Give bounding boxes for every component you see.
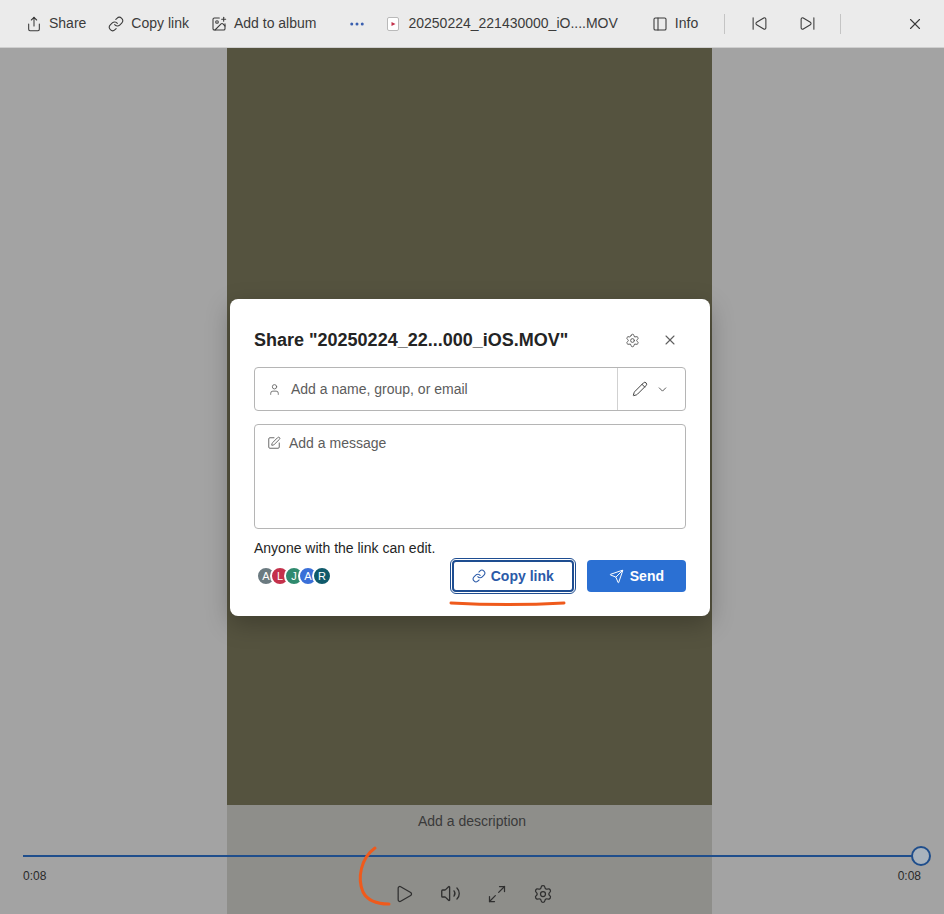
dialog-close-button[interactable] (662, 332, 678, 348)
play-button[interactable] (394, 884, 414, 904)
seek-thumb[interactable] (911, 846, 931, 866)
copy-link-button[interactable]: Copy link (452, 560, 574, 592)
share-dialog: Share "20250224_22...000_iOS.MOV" Add a n… (230, 299, 710, 616)
pencil-icon (632, 381, 648, 397)
send-icon (609, 569, 624, 584)
more-icon (348, 15, 366, 33)
toolbar-button[interactable]: Copy link (100, 8, 197, 40)
info-button[interactable]: Info (652, 13, 698, 34)
info-panel-icon (652, 16, 668, 32)
close-button[interactable] (906, 15, 924, 33)
person-icon (268, 383, 281, 396)
recipient-placeholder: Add a name, group, or email (291, 379, 617, 400)
settings-icon (533, 884, 553, 904)
link-icon (108, 16, 124, 32)
close-icon (906, 15, 924, 33)
recipient-field[interactable]: Add a name, group, or email (254, 367, 686, 411)
album-icon (211, 16, 227, 32)
volume-button[interactable] (440, 883, 461, 904)
next-button[interactable] (799, 15, 816, 32)
dialog-title: Share "20250224_22...000_iOS.MOV" (254, 327, 613, 354)
expand-icon (487, 884, 507, 904)
message-placeholder: Add a message (289, 435, 386, 452)
annotation-arc (355, 844, 395, 908)
duration: 0:08 (898, 867, 921, 885)
description-field[interactable]: Add a description (418, 813, 526, 829)
settings-button[interactable] (533, 884, 553, 904)
previous-icon (751, 15, 768, 32)
shared-with-avatars[interactable]: ALJAR (254, 566, 452, 586)
seek-bar[interactable] (23, 855, 921, 857)
send-button[interactable]: Send (587, 560, 686, 592)
toolbar-button[interactable]: Add to album (203, 8, 325, 40)
volume-icon (440, 883, 461, 904)
message-field[interactable]: Add a message (254, 424, 686, 529)
video-file-icon (386, 17, 400, 31)
share-icon (26, 16, 42, 32)
next-icon (799, 15, 816, 32)
elapsed-time: 0:08 (23, 867, 46, 885)
chevron-down-icon (656, 383, 669, 396)
note-edit-icon (267, 436, 281, 450)
seek-fill (23, 855, 921, 857)
permission-text: Anyone with the link can edit. (254, 539, 686, 557)
link-icon (472, 569, 486, 583)
link-settings-button[interactable] (625, 333, 640, 348)
avatar: R (312, 566, 332, 586)
toolbar-button[interactable]: Share (18, 8, 94, 40)
separator (724, 14, 725, 34)
fullscreen-button[interactable] (487, 884, 507, 904)
close-icon (662, 332, 678, 348)
play-icon (394, 884, 414, 904)
annotation-underline (448, 600, 568, 608)
permission-picker[interactable] (617, 368, 685, 410)
file-name: 20250224_221430000_iO....MOV (386, 13, 617, 34)
photo-viewer: ShareCopy linkAdd to album20250224_22143… (0, 0, 944, 914)
player-controls: Add a description 0:08 0:08 (0, 805, 944, 914)
toolbar: ShareCopy linkAdd to album 20250224_22143… (0, 0, 944, 48)
previous-button[interactable] (751, 15, 768, 32)
more-button[interactable] (342, 15, 372, 33)
gear-icon (625, 333, 640, 348)
separator (840, 14, 841, 34)
